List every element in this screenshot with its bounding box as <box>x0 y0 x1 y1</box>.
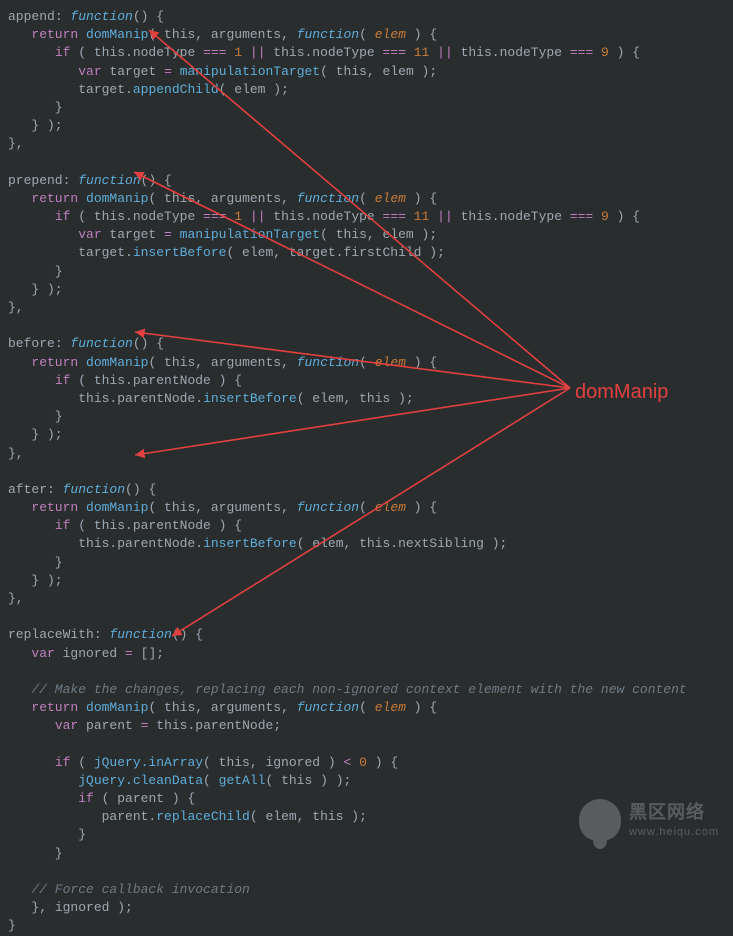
watermark: 黑区网络 www.heiqu.com <box>579 799 719 841</box>
method-name: replaceWith <box>8 627 94 642</box>
watermark-url: www.heiqu.com <box>629 825 719 840</box>
method-name: prepend <box>8 173 63 188</box>
method-name: before <box>8 336 55 351</box>
watermark-title: 黑区网络 <box>629 800 719 825</box>
method-name: after <box>8 482 47 497</box>
method-name: append <box>8 9 55 24</box>
mushroom-icon <box>579 799 621 841</box>
code-block: append: function() { return domManip( th… <box>8 8 725 936</box>
annotation-label: domManip <box>575 378 668 406</box>
